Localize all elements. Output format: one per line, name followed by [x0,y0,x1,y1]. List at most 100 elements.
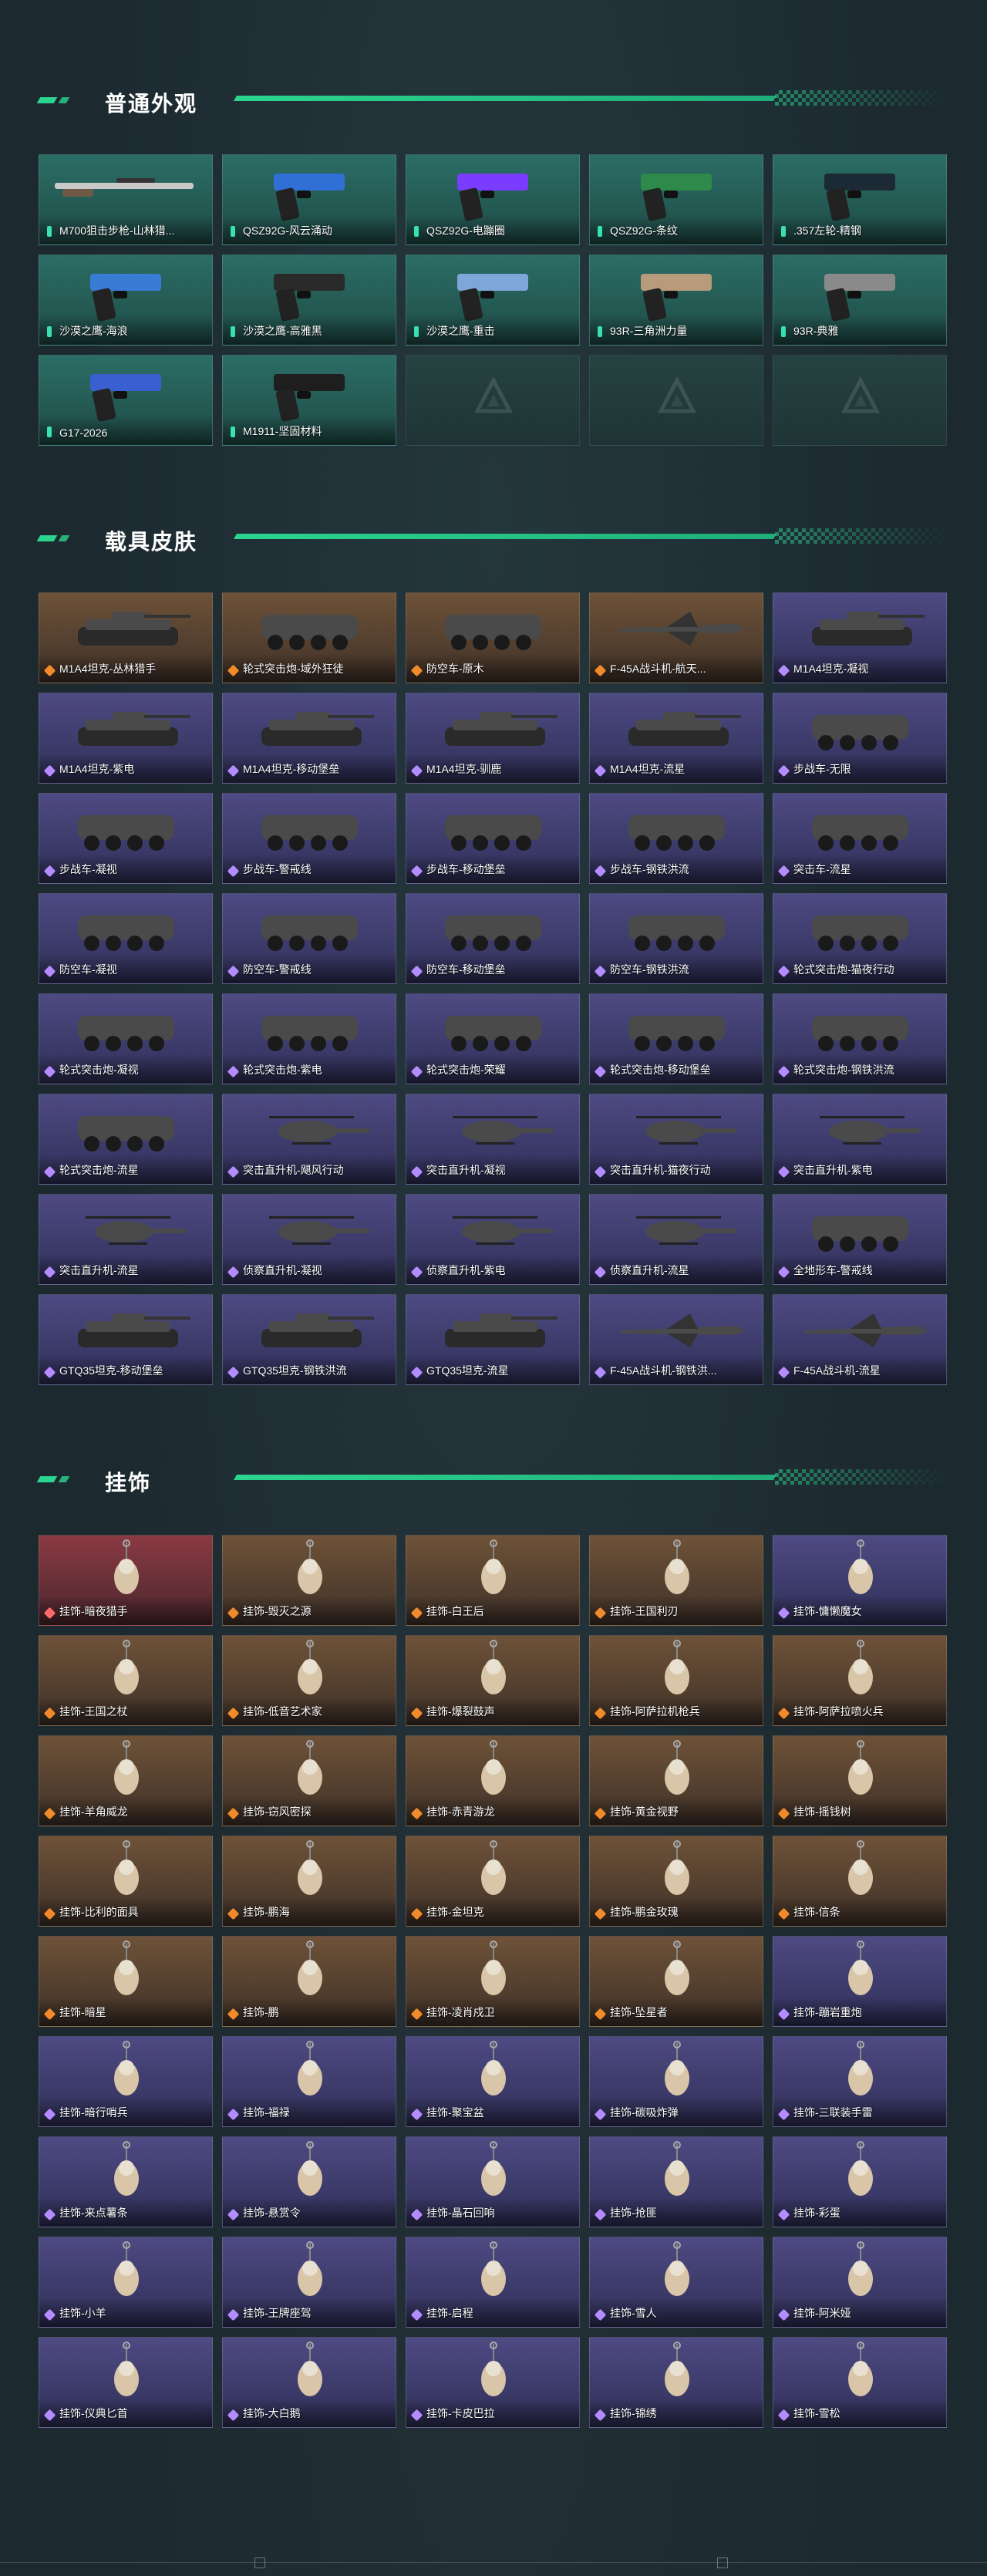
vehicle-card[interactable]: 轮式突击炮-猫夜行动 [773,893,947,984]
charm-card[interactable]: 挂饰-暗夜猎手 [39,1535,213,1626]
vehicle-card[interactable]: 轮式突击炮-钢铁洪流 [773,993,947,1084]
weapon-card[interactable]: 93R-典雅 [773,255,947,346]
charm-card[interactable]: 挂饰-小羊 [39,2237,213,2328]
weapon-card[interactable]: M700狙击步枪-山林猎... [39,154,213,245]
charm-card[interactable]: 挂饰-低音艺术家 [222,1635,396,1726]
vehicle-card[interactable]: F-45A战斗机-航天... [589,592,763,683]
charm-card[interactable]: 挂饰-蹦岩重炮 [773,1936,947,2027]
charm-card[interactable]: 挂饰-晶石回响 [406,2136,580,2227]
vehicle-card[interactable]: 侦察直升机-紫电 [406,1194,580,1285]
vehicle-card[interactable]: 突击车-流星 [773,793,947,884]
vehicle-card[interactable]: GTQ35坦克-钢铁洪流 [222,1294,396,1385]
charm-card[interactable]: 挂饰-雪松 [773,2337,947,2428]
charm-card[interactable]: 挂饰-福禄 [222,2036,396,2127]
charm-card[interactable]: 挂饰-聚宝盆 [406,2036,580,2127]
vehicle-card[interactable]: 突击直升机-猫夜行动 [589,1094,763,1185]
vehicle-card[interactable]: 防空车-钢铁洪流 [589,893,763,984]
weapon-card[interactable]: QSZ92G-风云涌动 [222,154,396,245]
charm-card[interactable]: 挂饰-来点薯条 [39,2136,213,2227]
charm-card[interactable]: 挂饰-三联装手雷 [773,2036,947,2127]
vehicle-card[interactable]: 步战车-无限 [773,693,947,784]
vehicle-card[interactable]: 防空车-凝视 [39,893,213,984]
vehicle-card[interactable]: 突击直升机-飓风行动 [222,1094,396,1185]
weapon-card[interactable]: G17-2026 [39,355,213,446]
vehicle-card[interactable]: 侦察直升机-流星 [589,1194,763,1285]
charm-card[interactable]: 挂饰-窃风密探 [222,1735,396,1826]
vehicle-card[interactable]: GTQ35坦克-移动堡垒 [39,1294,213,1385]
vehicle-card[interactable]: 轮式突击炮-移动堡垒 [589,993,763,1084]
charm-card[interactable]: 挂饰-比利的面具 [39,1836,213,1927]
vehicle-card[interactable]: 防空车-警戒线 [222,893,396,984]
vehicle-card[interactable]: F-45A战斗机-流星 [773,1294,947,1385]
weapon-card[interactable]: 沙漠之鹰-高雅黑 [222,255,396,346]
charm-card[interactable]: 挂饰-卡皮巴拉 [406,2337,580,2428]
card-label: 步战车-移动堡垒 [426,863,506,875]
vehicle-card[interactable]: 防空车-原木 [406,592,580,683]
charm-card[interactable]: 挂饰-白王后 [406,1535,580,1626]
vehicle-card[interactable]: 侦察直升机-凝视 [222,1194,396,1285]
weapon-card[interactable]: 沙漠之鹰-重击 [406,255,580,346]
charm-card[interactable]: 挂饰-王牌座驾 [222,2237,396,2328]
charm-card[interactable]: 挂饰-仪典匕首 [39,2337,213,2428]
weapon-card[interactable]: 沙漠之鹰-海浪 [39,255,213,346]
charm-card[interactable]: 挂饰-暗行哨兵 [39,2036,213,2127]
vehicle-card[interactable]: M1A4坦克-紫电 [39,693,213,784]
charm-card[interactable]: 挂饰-阿萨拉机枪兵 [589,1635,763,1726]
charm-card[interactable]: 挂饰-信条 [773,1836,947,1927]
vehicle-card[interactable]: GTQ35坦克-流星 [406,1294,580,1385]
charm-card[interactable]: 挂饰-雪人 [589,2237,763,2328]
charm-card[interactable]: 挂饰-鹏金玫瑰 [589,1836,763,1927]
vehicle-card[interactable]: 轮式突击炮-凝视 [39,993,213,1084]
charm-card[interactable]: 挂饰-彩蛋 [773,2136,947,2227]
weapon-card[interactable]: QSZ92G-电蹦圈 [406,154,580,245]
charm-card[interactable]: 挂饰-慵懒魔女 [773,1535,947,1626]
vehicle-card[interactable]: 轮式突击炮-流星 [39,1094,213,1185]
vehicle-card[interactable]: 步战车-钢铁洪流 [589,793,763,884]
vehicle-card[interactable]: F-45A战斗机-钢铁洪... [589,1294,763,1385]
weapon-card[interactable]: 93R-三角洲力量 [589,255,763,346]
vehicle-card[interactable]: 轮式突击炮-域外狂徒 [222,592,396,683]
vehicle-card[interactable]: 突击直升机-凝视 [406,1094,580,1185]
vehicle-card[interactable]: M1A4坦克-驯鹿 [406,693,580,784]
charm-card[interactable]: 挂饰-碳吸炸弹 [589,2036,763,2127]
vehicle-card[interactable]: 突击直升机-流星 [39,1194,213,1285]
charm-card[interactable]: 挂饰-启程 [406,2237,580,2328]
weapon-card[interactable]: .357左轮-精钢 [773,154,947,245]
vehicle-card[interactable]: 防空车-移动堡垒 [406,893,580,984]
charm-card[interactable]: 挂饰-锦绣 [589,2337,763,2428]
charm-card[interactable]: 挂饰-坠星者 [589,1936,763,2027]
vehicle-card[interactable]: M1A4坦克-凝视 [773,592,947,683]
vehicle-card[interactable]: 突击直升机-紫电 [773,1094,947,1185]
charm-card[interactable]: 挂饰-王国之杖 [39,1635,213,1726]
charm-card[interactable]: 挂饰-鹏海 [222,1836,396,1927]
weapon-card[interactable]: M1911-坚固材料 [222,355,396,446]
charm-card[interactable]: 挂饰-阿萨拉喷火兵 [773,1635,947,1726]
charm-card[interactable]: 挂饰-悬赏令 [222,2136,396,2227]
vehicle-card[interactable]: M1A4坦克-丛林猎手 [39,592,213,683]
charm-card[interactable]: 挂饰-阿米娅 [773,2237,947,2328]
card-label: M700狙击步枪-山林猎... [59,224,175,237]
vehicle-card[interactable]: 步战车-警戒线 [222,793,396,884]
vehicle-card[interactable]: 步战车-移动堡垒 [406,793,580,884]
charm-card[interactable]: 挂饰-黄金视野 [589,1735,763,1826]
charm-card[interactable]: 挂饰-抢匪 [589,2136,763,2227]
charm-card[interactable]: 挂饰-暗星 [39,1936,213,2027]
charm-card[interactable]: 挂饰-王国利刃 [589,1535,763,1626]
charm-card[interactable]: 挂饰-赤青游龙 [406,1735,580,1826]
vehicle-card[interactable]: 轮式突击炮-荣耀 [406,993,580,1084]
charm-card[interactable]: 挂饰-金坦克 [406,1836,580,1927]
charm-card[interactable]: 挂饰-大白鹅 [222,2337,396,2428]
charm-card[interactable]: 挂饰-爆裂鼓声 [406,1635,580,1726]
vehicle-card[interactable]: 轮式突击炮-紫电 [222,993,396,1084]
weapon-art [90,374,161,422]
vehicle-card[interactable]: M1A4坦克-移动堡垒 [222,693,396,784]
vehicle-card[interactable]: 全地形车-警戒线 [773,1194,947,1285]
charm-card[interactable]: 挂饰-毁灭之源 [222,1535,396,1626]
vehicle-card[interactable]: 步战车-凝视 [39,793,213,884]
vehicle-card[interactable]: M1A4坦克-流星 [589,693,763,784]
weapon-card[interactable]: QSZ92G-条纹 [589,154,763,245]
charm-card[interactable]: 挂饰-羊角威龙 [39,1735,213,1826]
charm-card[interactable]: 挂饰-鹏 [222,1936,396,2027]
charm-card[interactable]: 挂饰-凌肖戍卫 [406,1936,580,2027]
charm-card[interactable]: 挂饰-摇钱树 [773,1735,947,1826]
